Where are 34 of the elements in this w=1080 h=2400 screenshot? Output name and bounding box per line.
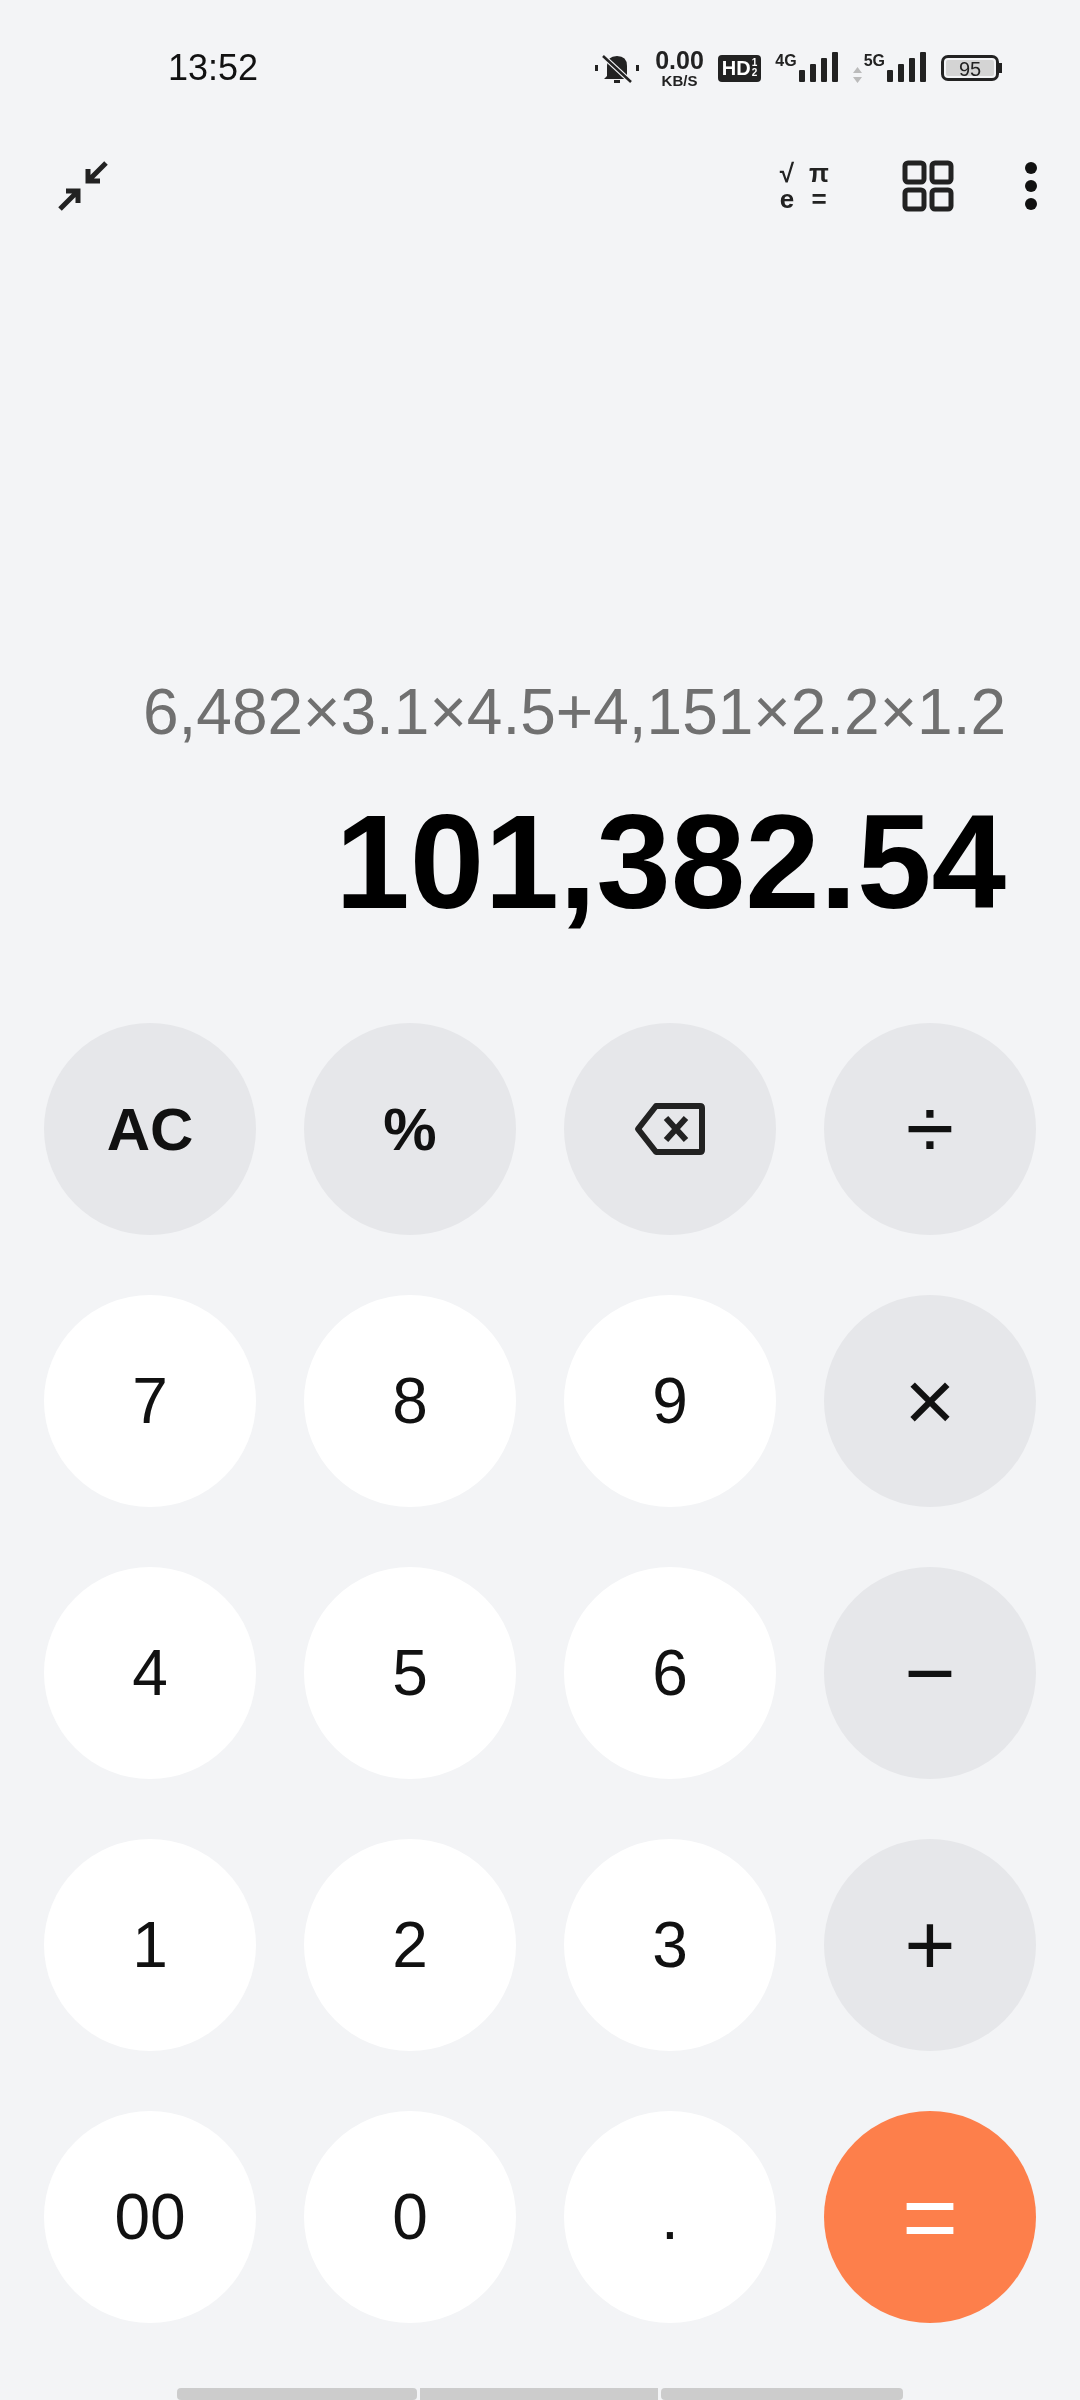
data-speed: 0.00	[655, 48, 704, 73]
digit-key[interactable]: 7	[44, 1295, 256, 1507]
result-text: 101,382.54	[335, 795, 1006, 929]
digit-key[interactable]: 4	[44, 1567, 256, 1779]
digit-key[interactable]: 8	[304, 1295, 516, 1507]
digit-key[interactable]: 9	[564, 1295, 776, 1507]
network-label: 5G	[863, 52, 885, 70]
digit-key[interactable]: 3	[564, 1839, 776, 2051]
data-arrows-icon	[852, 66, 862, 84]
digit-key[interactable]: 2	[304, 1839, 516, 2051]
more-options-icon[interactable]	[1024, 161, 1038, 211]
function-key[interactable]: %	[304, 1023, 516, 1235]
operator-key[interactable]: +	[824, 1839, 1036, 2051]
clock-time: 13:52	[168, 47, 259, 89]
collapse-icon[interactable]	[58, 161, 108, 211]
operator-key[interactable]: ×	[824, 1295, 1036, 1507]
signal-icon	[798, 52, 839, 84]
expression-text: 6,482×3.1×4.5+4,151×2.2×1.2	[142, 675, 1006, 749]
digit-key[interactable]: 1	[44, 1839, 256, 2051]
backspace-icon	[634, 1102, 706, 1156]
function-key[interactable]: AC	[44, 1023, 256, 1235]
speed-unit: KB/S	[661, 73, 698, 88]
operator-key[interactable]: ÷	[824, 1023, 1036, 1235]
operator-key[interactable]: −	[824, 1567, 1036, 1779]
digit-key[interactable]: .	[564, 2111, 776, 2323]
digit-key[interactable]: 0	[304, 2111, 516, 2323]
scientific-mode-button[interactable]: √ π e =	[774, 160, 832, 212]
grid-icon[interactable]	[902, 160, 954, 212]
digit-key[interactable]: 00	[44, 2111, 256, 2323]
network-label: 4G	[775, 52, 797, 70]
digit-key[interactable]: 6	[564, 1567, 776, 1779]
digit-key[interactable]: 5	[304, 1567, 516, 1779]
signal-icon	[887, 52, 927, 84]
battery-level: 95	[941, 55, 999, 81]
